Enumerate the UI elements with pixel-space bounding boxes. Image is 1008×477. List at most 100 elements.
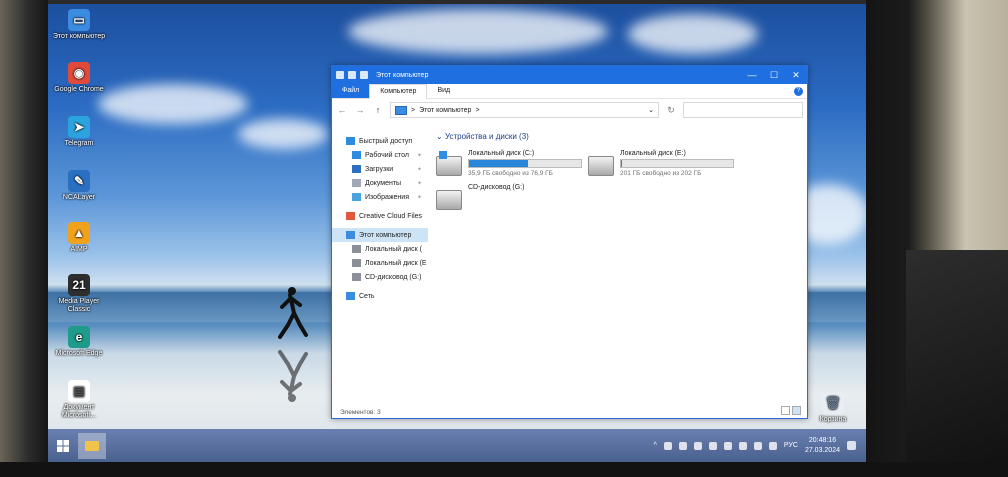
- sidebar-item[interactable]: Локальный диск (E: [332, 256, 428, 270]
- tiles-view-button[interactable]: [792, 406, 801, 415]
- clock[interactable]: 20:48:16 27.03.2024: [805, 436, 840, 456]
- tray-app-icon[interactable]: [663, 441, 672, 450]
- wallpaper-cloud: [98, 84, 248, 124]
- sidebar-item[interactable]: Рабочий стол ✦: [332, 148, 428, 162]
- address-bar-row: ← → ↑ > Этот компьютер > ⌄ ↻: [332, 99, 807, 121]
- wallpaper-cloud: [628, 14, 758, 54]
- pictures-icon: [352, 193, 361, 201]
- shortcut-icon: 21: [68, 274, 90, 296]
- computer-icon: [395, 105, 407, 115]
- sidebar-item[interactable]: Этот компьютер: [332, 228, 428, 242]
- address-bar[interactable]: > Этот компьютер > ⌄: [390, 102, 659, 118]
- sidebar-item[interactable]: Creative Cloud Files: [332, 209, 428, 223]
- cd-drive-icon: [352, 273, 361, 281]
- monitor-bezel-bottom: [0, 462, 1008, 477]
- drive-name: Локальный диск (E:): [620, 150, 686, 157]
- desktop-shortcut[interactable]: ▲ AIMP: [51, 222, 107, 254]
- network-icon: [346, 292, 355, 300]
- desktop-shortcut[interactable]: ▤ Документ Microsoft...: [51, 380, 107, 420]
- drive-usage-bar: [468, 159, 582, 168]
- desktop-shortcut[interactable]: ▭ Этот компьютер: [51, 9, 107, 41]
- address-dropdown-icon[interactable]: ⌄: [648, 106, 654, 114]
- show-hidden-icons-icon[interactable]: ^: [654, 442, 657, 449]
- sidebar-item[interactable]: Сеть: [332, 289, 428, 303]
- sidebar-item[interactable]: Изображения ✦: [332, 190, 428, 204]
- maximize-button[interactable]: ☐: [763, 70, 785, 81]
- navigation-pane: Быстрый доступ Рабочий стол ✦ Загрузки ✦ Доку…: [332, 124, 428, 404]
- tab-computer[interactable]: Компьютер: [369, 83, 428, 99]
- sidebar-item-label: Быстрый доступ: [359, 137, 413, 145]
- system-tray: ^ РУС 20:48:16 27.03.2024: [654, 436, 866, 456]
- tray-app-icon[interactable]: [693, 441, 702, 450]
- creative-cloud-icon: [346, 212, 355, 220]
- bluetooth-icon[interactable]: [738, 441, 747, 450]
- shortcut-icon: ▲: [68, 222, 90, 244]
- shortcut-icon: ▤: [68, 380, 90, 402]
- close-button[interactable]: ✕: [785, 70, 807, 81]
- recycle-bin-icon[interactable]: 🗑 Корзина: [805, 392, 861, 424]
- documents-icon: [352, 179, 361, 187]
- drive-tile[interactable]: Локальный диск (C:) 35,9 ГБ свободно из 7…: [436, 150, 582, 177]
- sidebar-item-label: Загрузки: [365, 165, 394, 173]
- desktop-shortcut[interactable]: ✎ NCALayer: [51, 170, 107, 202]
- recycle-bin-label: Корзина: [819, 416, 847, 423]
- content-pane: ⌄ Устройства и диски (3) Локальный диск …: [432, 124, 807, 404]
- minimize-button[interactable]: —: [741, 70, 763, 80]
- desktop-shortcut[interactable]: ➤ Telegram: [51, 116, 107, 148]
- monitor-bezel-left: [0, 0, 48, 477]
- language-indicator[interactable]: РУС: [784, 442, 798, 449]
- shortcut-label: Media Player Classic: [58, 298, 100, 313]
- quick-access-toolbar: [336, 71, 368, 79]
- sidebar-item[interactable]: Быстрый доступ: [332, 134, 428, 148]
- address-separator: >: [411, 106, 416, 114]
- forward-button[interactable]: →: [354, 105, 366, 115]
- address-path: Этот компьютер: [419, 106, 472, 114]
- drive-tile[interactable]: CD-дисковод (G:): [436, 184, 524, 210]
- taskbar: ^ РУС 20:48:16 27.03.2024: [48, 429, 866, 462]
- up-button[interactable]: ↑: [372, 105, 384, 115]
- group-heading[interactable]: ⌄ Устройства и диски (3): [432, 132, 807, 144]
- desktop-shortcut[interactable]: 21 Media Player Classic: [51, 274, 107, 314]
- search-input[interactable]: [683, 102, 803, 118]
- details-view-button[interactable]: [781, 406, 790, 415]
- wallpaper-cloud: [238, 119, 328, 149]
- sidebar-item[interactable]: Документы ✦: [332, 176, 428, 190]
- start-button[interactable]: [48, 431, 78, 461]
- drive-usage-fill: [469, 160, 529, 167]
- taskbar-explorer-button[interactable]: [78, 432, 106, 459]
- sidebar-item[interactable]: Загрузки ✦: [332, 162, 428, 176]
- properties-icon[interactable]: [348, 71, 356, 79]
- computer-icon: [346, 231, 355, 239]
- tray-app-icon[interactable]: [708, 441, 717, 450]
- sidebar-item-label: Локальный диск (E: [365, 259, 427, 267]
- back-button[interactable]: ←: [336, 105, 348, 115]
- tray-app-icon[interactable]: [678, 441, 687, 450]
- ribbon-tabs: Файл Компьютер Вид ?: [332, 83, 807, 99]
- help-icon[interactable]: ?: [794, 86, 803, 96]
- explorer-app-icon: [336, 71, 344, 79]
- tab-file[interactable]: Файл: [332, 84, 370, 98]
- window-title: Этот компьютер: [376, 71, 429, 79]
- windows-logo-icon: [57, 439, 69, 452]
- star-icon: [346, 137, 355, 145]
- drives-list: Локальный диск (C:) 35,9 ГБ свободно из 7…: [432, 144, 807, 224]
- network-icon[interactable]: [753, 441, 762, 450]
- trash-icon: 🗑: [822, 392, 844, 414]
- new-folder-icon[interactable]: [360, 71, 368, 79]
- drive-tile[interactable]: Локальный диск (E:) 201 ГБ свободно из 20…: [588, 150, 734, 177]
- tab-view[interactable]: Вид: [427, 84, 460, 98]
- download-icon: [352, 165, 361, 173]
- clock-time: 20:48:16: [808, 436, 837, 444]
- title-bar[interactable]: Этот компьютер — ☐ ✕: [332, 66, 807, 84]
- tray-app-icon[interactable]: [723, 441, 732, 450]
- volume-icon[interactable]: [768, 441, 777, 450]
- desktop-shortcut[interactable]: e Microsoft Edge: [51, 326, 107, 358]
- drive-usage-fill: [621, 160, 622, 167]
- sidebar-item[interactable]: CD-дисковод (G:): [332, 270, 428, 284]
- desktop-shortcut[interactable]: ◉ Google Chrome: [51, 62, 107, 94]
- pin-icon: ✦: [416, 166, 422, 173]
- sidebar-item-label: Creative Cloud Files: [359, 212, 423, 220]
- sidebar-item[interactable]: Локальный диск (: [332, 242, 428, 256]
- notifications-icon[interactable]: [847, 441, 856, 450]
- refresh-button[interactable]: ↻: [665, 105, 677, 116]
